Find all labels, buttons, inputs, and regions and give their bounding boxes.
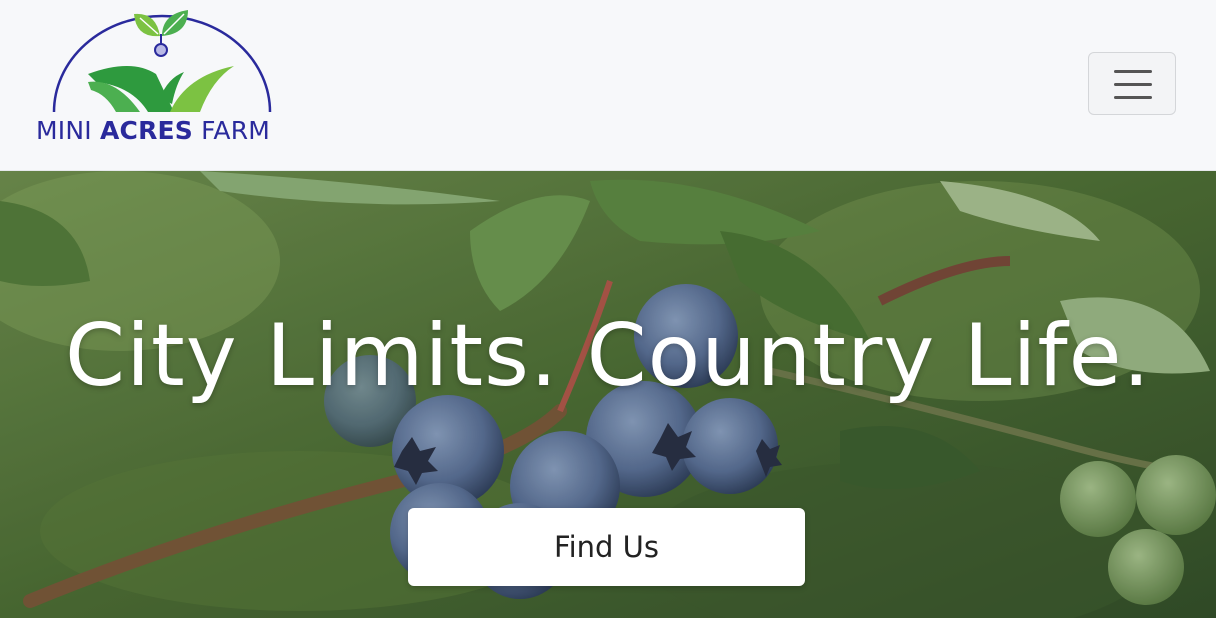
hero-banner: City Limits. Country Life. Find Us <box>0 171 1216 618</box>
hero-headline: City Limits. Country Life. <box>65 306 1151 406</box>
farm-logo-icon <box>52 10 272 113</box>
brand-name: MINI ACRES FARM <box>36 116 271 145</box>
navbar: MINI ACRES FARM <box>0 0 1216 171</box>
find-us-button[interactable]: Find Us <box>408 508 805 586</box>
brand-logo-link[interactable]: MINI ACRES FARM <box>36 8 292 148</box>
navbar-toggle-button[interactable] <box>1088 52 1176 115</box>
